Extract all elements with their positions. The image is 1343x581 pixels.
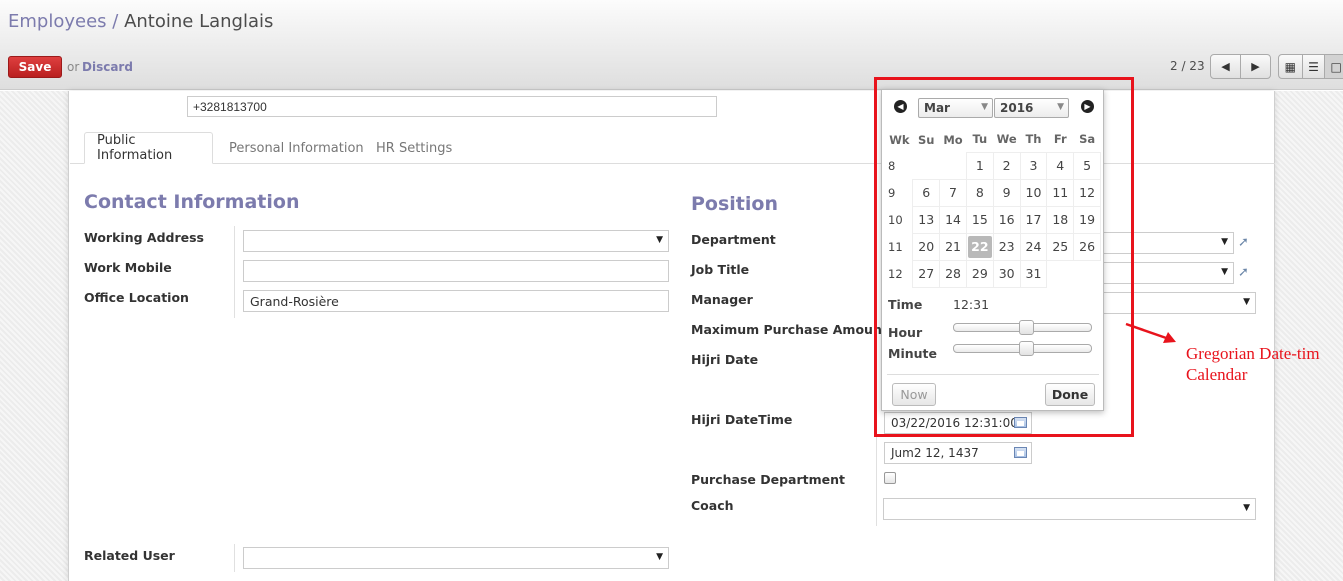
work-mobile-field[interactable] — [243, 260, 669, 282]
related-user-select[interactable]: ▼ — [243, 547, 669, 569]
tab-personal-information[interactable]: Personal Information — [217, 132, 376, 164]
hijri-date-label: Hijri Date — [691, 352, 759, 367]
manager-label: Manager — [691, 292, 753, 307]
hijri-date-value: Jum2 12, 1437 — [891, 446, 979, 460]
hijri-datetime-label: Hijri DateTime — [691, 412, 793, 427]
chevron-down-icon: ▼ — [1221, 267, 1228, 277]
tab-public-information[interactable]: Public Information — [84, 132, 213, 164]
pager-buttons: ◀ ▶ — [1210, 54, 1271, 79]
annotation-arrow-icon — [1125, 322, 1176, 343]
external-link-icon[interactable]: ➚ — [1238, 235, 1249, 250]
annotation-highlight-box — [874, 77, 1134, 437]
chevron-down-icon: ▼ — [1243, 297, 1250, 307]
office-location-label: Office Location — [84, 290, 189, 305]
work-mobile-label: Work Mobile — [84, 260, 172, 275]
annotation-text: Gregorian Date-tim Calendar — [1186, 343, 1320, 385]
department-label: Department — [691, 232, 776, 247]
or-text: or — [67, 60, 80, 74]
pager-value: 2 / 23 — [1170, 59, 1205, 73]
chevron-down-icon: ▼ — [1221, 237, 1228, 247]
breadcrumb: Employees / Antoine Langlais — [8, 11, 273, 32]
chevron-down-icon: ▼ — [656, 552, 663, 562]
breadcrumb-separator: / — [112, 11, 119, 32]
view-switcher: ▦ ☰ □ — [1278, 54, 1343, 79]
list-icon[interactable]: ☰ — [1301, 55, 1325, 78]
form-icon[interactable]: □ — [1324, 55, 1343, 78]
tab-hr-settings[interactable]: HR Settings — [364, 132, 464, 164]
coach-label: Coach — [691, 498, 734, 513]
office-location-field[interactable]: Grand-Rosière — [243, 290, 669, 312]
grid-icon[interactable]: ▦ — [1279, 55, 1302, 78]
annotation-line-2: Calendar — [1186, 365, 1248, 384]
hijri-date-field[interactable]: Jum2 12, 1437 — [884, 442, 1032, 464]
position-title: Position — [691, 193, 778, 215]
phone-field[interactable] — [187, 96, 717, 117]
related-user-label: Related User — [84, 548, 175, 563]
arrow-right-icon[interactable]: ▶ — [1240, 55, 1270, 78]
contact-information-title: Contact Information — [84, 191, 300, 213]
breadcrumb-employees-link[interactable]: Employees — [8, 11, 107, 32]
max-purchase-label: Maximum Purchase Amount — [691, 322, 888, 337]
chevron-down-icon: ▼ — [1243, 503, 1250, 513]
working-address-select[interactable]: ▼ — [243, 230, 669, 252]
label-divider — [234, 544, 235, 572]
calendar-icon[interactable] — [1014, 447, 1027, 458]
job-title-label: Job Title — [691, 262, 750, 277]
label-divider — [234, 226, 235, 318]
breadcrumb-current: Antoine Langlais — [124, 11, 274, 32]
arrow-left-icon[interactable]: ◀ — [1211, 55, 1240, 78]
chevron-down-icon: ▼ — [656, 235, 663, 245]
purchase-department-checkbox[interactable] — [884, 472, 896, 484]
purchase-department-label: Purchase Department — [691, 472, 845, 487]
annotation-line-1: Gregorian Date-tim — [1186, 344, 1320, 363]
working-address-label: Working Address — [84, 230, 204, 245]
external-link-icon[interactable]: ➚ — [1238, 265, 1249, 280]
save-button[interactable]: Save — [8, 56, 62, 78]
coach-select[interactable]: ▼ — [883, 498, 1256, 520]
discard-link[interactable]: Discard — [82, 60, 133, 74]
